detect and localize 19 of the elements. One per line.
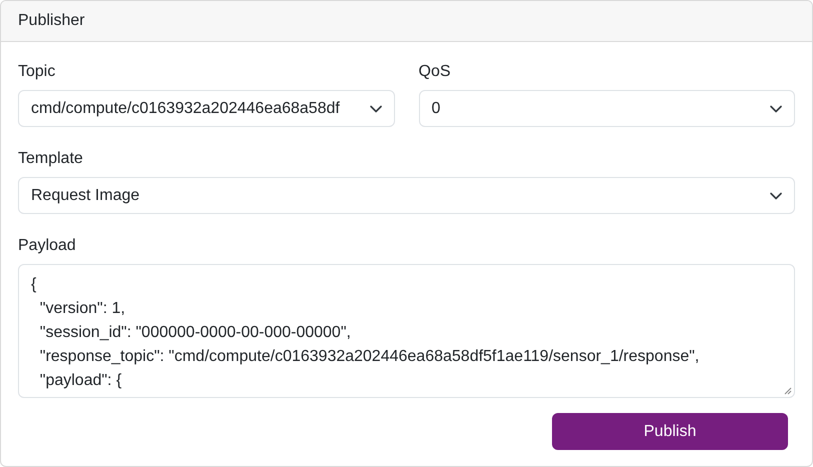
topic-label: Topic bbox=[18, 62, 56, 82]
resize-handle-icon[interactable] bbox=[784, 387, 792, 395]
payload-line: "version": 1, bbox=[38, 299, 126, 319]
payload-line: "session_id": "000000-0000-00-000-00000", bbox=[38, 323, 351, 343]
chevron-down-icon bbox=[770, 104, 782, 112]
chevron-down-icon bbox=[370, 104, 382, 112]
qos-select[interactable]: 0 bbox=[418, 90, 795, 127]
publish-button[interactable]: Publish bbox=[552, 413, 788, 450]
card-title: Publisher bbox=[18, 11, 85, 31]
payload-line: "payload": { bbox=[38, 371, 122, 391]
payload-textarea[interactable]: { "version": 1, "session_id": "000000-0000-00-000-00000", "response_topic": "cmd/compute/c0163932a202446ea68a58df5f1ae119/sensor_1/response", "payload": { bbox=[18, 264, 795, 398]
payload-line: { bbox=[31, 275, 36, 295]
payload-label: Payload bbox=[18, 236, 77, 256]
qos-label: QoS bbox=[418, 62, 452, 82]
template-select[interactable]: Request Image bbox=[18, 177, 795, 214]
payload-line: "response_topic": "cmd/compute/c0163932a202446ea68a58df5f1ae119/sensor_1/response", bbox=[38, 347, 700, 367]
topic-select[interactable]: cmd/compute/c0163932a202446ea68a58df bbox=[18, 90, 394, 127]
template-label: Template bbox=[18, 149, 84, 169]
chevron-down-icon bbox=[770, 192, 782, 200]
